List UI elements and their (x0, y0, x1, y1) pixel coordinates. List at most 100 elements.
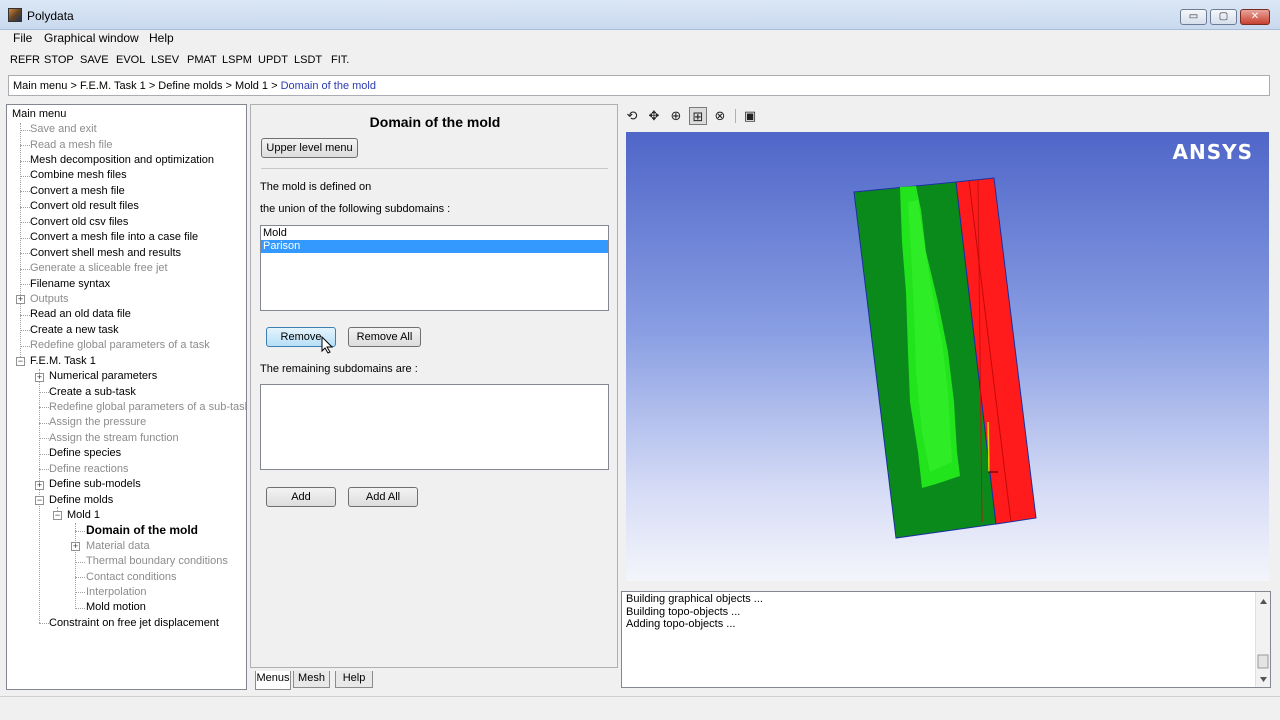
menu-graphical-window[interactable]: Graphical window (44, 31, 139, 45)
tree-item-define-species[interactable]: Define species (49, 446, 121, 460)
tree-item-mold-motion[interactable]: Mold motion (86, 600, 146, 614)
mouse-cursor-icon (321, 336, 333, 354)
pmat-button[interactable]: PMAT (187, 54, 217, 66)
tree-item-domain-of-mold[interactable]: Domain of the mold (86, 523, 198, 537)
menu-help[interactable]: Help (149, 31, 174, 45)
zoom-box-icon[interactable]: ⊞ (689, 107, 707, 125)
tree-item-read-old-data[interactable]: Read an old data file (30, 307, 131, 321)
list-item-selected[interactable]: Parison (261, 240, 608, 253)
evol-button[interactable]: EVOL (116, 54, 145, 66)
expand-numerical-params-icon[interactable]: + (35, 373, 44, 382)
command-toolbar: REFR STOP SAVE EVOL LSEV PMAT LSPM UPDT … (0, 52, 1280, 70)
rotate-icon[interactable]: ⟲ (623, 107, 641, 125)
tree-connector (39, 392, 49, 393)
tree-item-assign-pressure[interactable]: Assign the pressure (49, 415, 146, 429)
close-button[interactable]: ✕ (1240, 9, 1270, 25)
tree-item-sliceable-jet[interactable]: Generate a sliceable free jet (30, 261, 168, 275)
tree-item-interpolation[interactable]: Interpolation (86, 585, 147, 599)
tree-item-convert-mesh[interactable]: Convert a mesh file (30, 184, 125, 198)
lspm-button[interactable]: LSPM (222, 54, 252, 66)
tree-item-save-and-exit[interactable]: Save and exit (30, 122, 97, 136)
collapse-fem-task-icon[interactable]: − (16, 357, 25, 366)
tree-connector (75, 523, 76, 607)
list-item[interactable]: Mold (261, 227, 608, 240)
expand-sub-models-icon[interactable]: + (35, 481, 44, 490)
add-all-button[interactable]: Add All (348, 487, 418, 507)
lsdt-button[interactable]: LSDT (294, 54, 322, 66)
tree-item-redefine-subtask-params[interactable]: Redefine global parameters of a sub-task (49, 400, 246, 414)
tree-item-convert-to-case[interactable]: Convert a mesh file into a case file (30, 230, 198, 244)
tree-item-numerical-params[interactable]: Numerical parameters (49, 369, 157, 383)
tree-connector (39, 623, 49, 624)
tree-item-read-mesh[interactable]: Read a mesh file (30, 138, 113, 152)
tree-item-redefine-task-params[interactable]: Redefine global parameters of a task (30, 338, 210, 352)
expand-outputs-icon[interactable]: + (16, 295, 25, 304)
collapse-mold-1-icon[interactable]: − (53, 511, 62, 520)
menu-file[interactable]: File (13, 31, 32, 45)
tree-connector (75, 577, 85, 578)
tree-root[interactable]: Main menu (12, 107, 66, 121)
tree-connector (20, 315, 30, 316)
breadcrumb: Main menu > F.E.M. Task 1 > Define molds… (8, 75, 1270, 96)
tree-connector (39, 438, 49, 439)
remaining-subdomains-list[interactable] (260, 384, 609, 470)
pan-icon[interactable]: ✥ (645, 107, 663, 125)
tree-item-free-jet-constraint[interactable]: Constraint on free jet displacement (49, 616, 219, 630)
tree-item-create-task[interactable]: Create a new task (30, 323, 119, 337)
tree-item-define-sub-models[interactable]: Define sub-models (49, 477, 141, 491)
tree-item-assign-stream[interactable]: Assign the stream function (49, 431, 179, 445)
zoom-fit-icon[interactable]: ⊗ (711, 107, 729, 125)
tree-item-material-data[interactable]: Material data (86, 539, 150, 553)
log-output[interactable]: Building graphical objects ... Building … (621, 591, 1271, 688)
tree-connector (20, 176, 30, 177)
tree-item-convert-shell[interactable]: Convert shell mesh and results (30, 246, 181, 260)
tree-item-create-subtask[interactable]: Create a sub-task (49, 385, 136, 399)
tree-connector (75, 592, 85, 593)
updt-button[interactable]: UPDT (258, 54, 288, 66)
tab-mesh[interactable]: Mesh (293, 671, 330, 688)
selected-subdomains-list[interactable]: Mold Parison (260, 225, 609, 311)
remaining-label: The remaining subdomains are : (260, 363, 418, 375)
tree-item-define-molds[interactable]: Define molds (49, 493, 113, 507)
tree-item-combine-mesh[interactable]: Combine mesh files (30, 168, 127, 182)
fit-button[interactable]: FIT. (331, 54, 349, 66)
breadcrumb-path[interactable]: Main menu > F.E.M. Task 1 > Define molds… (13, 80, 281, 92)
graphics-viewport[interactable]: ANSYS (626, 132, 1269, 581)
zoom-icon[interactable]: ⊕ (667, 107, 685, 125)
refr-button[interactable]: REFR (10, 54, 40, 66)
tree-connector (20, 330, 30, 331)
tree-item-thermal-bc[interactable]: Thermal boundary conditions (86, 554, 228, 568)
collapse-molds-icon[interactable]: − (35, 496, 44, 505)
tree-item-mold-1[interactable]: Mold 1 (67, 508, 100, 522)
remove-all-button[interactable]: Remove All (348, 327, 421, 347)
minimize-button[interactable]: ▭ (1180, 9, 1207, 25)
tree-connector (20, 284, 30, 285)
mold-model (853, 177, 1037, 539)
tree-connector (20, 130, 30, 131)
log-scrollbar[interactable] (1255, 592, 1270, 687)
tree-item-outputs[interactable]: Outputs (30, 292, 69, 306)
lsev-button[interactable]: LSEV (151, 54, 179, 66)
expand-material-data-icon[interactable]: + (71, 542, 80, 551)
separator (261, 168, 608, 169)
form-title: Domain of the mold (369, 114, 501, 130)
tree-item-define-reactions[interactable]: Define reactions (49, 462, 129, 476)
upper-level-menu-button[interactable]: Upper level menu (261, 138, 358, 158)
tree-item-convert-csv[interactable]: Convert old csv files (30, 215, 128, 229)
tree-item-fem-task[interactable]: F.E.M. Task 1 (30, 354, 96, 368)
tab-menus[interactable]: Menus (255, 671, 291, 690)
tree-item-filename-syntax[interactable]: Filename syntax (30, 277, 110, 291)
save-button[interactable]: SAVE (80, 54, 109, 66)
tab-help[interactable]: Help (335, 671, 373, 688)
tree-connector (20, 145, 30, 146)
add-button[interactable]: Add (266, 487, 336, 507)
tree-connector (75, 562, 85, 563)
stop-button[interactable]: STOP (44, 54, 74, 66)
snapshot-icon[interactable]: ▣ (741, 107, 759, 125)
tree-item-convert-old-results[interactable]: Convert old result files (30, 199, 139, 213)
tree-item-contact-conditions[interactable]: Contact conditions (86, 570, 177, 584)
tree-item-mesh-decomposition[interactable]: Mesh decomposition and optimization (30, 153, 214, 167)
app-icon (8, 8, 22, 22)
maximize-button[interactable]: ▢ (1210, 9, 1237, 25)
tree-connector (20, 161, 30, 162)
